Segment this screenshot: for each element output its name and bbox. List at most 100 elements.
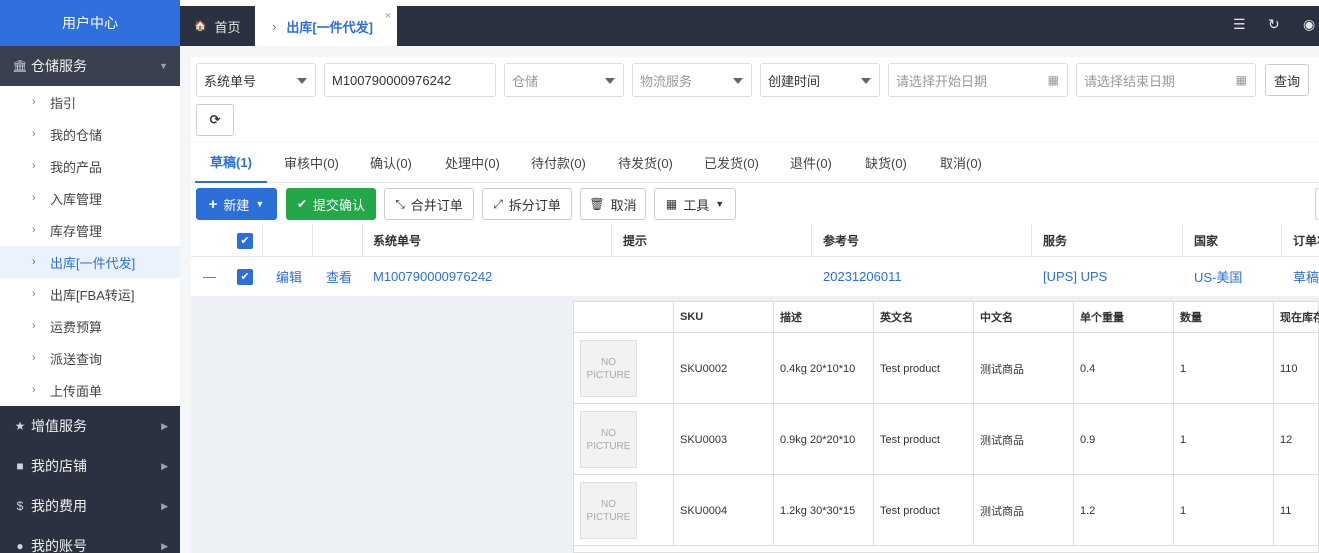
chinese-name-cell: 测试商品 xyxy=(974,404,1074,475)
refresh-icon[interactable]: ↻ xyxy=(1268,16,1280,33)
chinese-name-cell: 测试商品 xyxy=(974,333,1074,404)
column-header-service: 服务 xyxy=(1043,234,1068,248)
tab-label: 首页 xyxy=(214,19,241,35)
star-icon: ★ xyxy=(14,419,26,433)
merge-orders-button[interactable]: ⤡ 合并订单 xyxy=(384,188,474,220)
menu-group-my-account[interactable]: ● 我的账号 ▶ xyxy=(0,526,180,553)
tab-processing[interactable]: 处理中(0) xyxy=(445,142,500,183)
sidebar-item-inventory[interactable]: › 库存管理 xyxy=(0,214,180,246)
check-icon: ✔ xyxy=(237,232,253,249)
tab-draft[interactable]: 草稿(1) xyxy=(195,142,267,183)
tab-out-of-stock[interactable]: 缺货(0) xyxy=(865,142,907,183)
search-type-select[interactable]: 系统单号 xyxy=(196,63,316,97)
select-value: 系统单号 xyxy=(204,73,257,89)
sidebar-item-label: 运费预算 xyxy=(50,319,103,335)
tab-cancelled[interactable]: 取消(0) xyxy=(940,142,982,183)
new-button[interactable]: + 新建 ▼ xyxy=(196,188,277,220)
status-tabs: 草稿(1) 审核中(0) 确认(0) 处理中(0) 待付款(0) 待发货(0) … xyxy=(191,142,1319,183)
table-row: NO PICTURE SKU0003 0.9kg 20*20*10 Test pr… xyxy=(574,404,1319,475)
trash-icon: 🗑 xyxy=(589,197,605,211)
sidebar-item-my-products[interactable]: › 我的产品 xyxy=(0,150,180,182)
submit-confirm-button[interactable]: ✔ 提交确认 xyxy=(286,188,376,220)
column-header-system-no: 系统单号 xyxy=(373,234,422,248)
search-input[interactable]: M100790000976242 xyxy=(324,63,496,97)
collapse-row-toggle[interactable]: — xyxy=(203,257,216,296)
end-date-input[interactable]: 请选择结束日期 ▦ xyxy=(1076,63,1256,97)
close-tab-icon[interactable]: × xyxy=(385,10,391,22)
briefcase-icon: ■ xyxy=(16,459,24,473)
button-label: 查询 xyxy=(1273,73,1300,89)
logistics-select[interactable]: 物流服务 xyxy=(632,63,752,97)
tab-confirmed[interactable]: 确认(0) xyxy=(370,142,412,183)
description-cell: 1.2kg 30*30*15 xyxy=(774,475,874,546)
select-placeholder: 仓储 xyxy=(512,73,539,89)
button-label: 新建 xyxy=(223,197,250,213)
caret-down-icon: ▼ xyxy=(159,61,168,71)
reference-no: 20231206011 xyxy=(823,269,902,284)
sidebar-item-outbound-dropship[interactable]: › 出库[一件代发] xyxy=(0,246,180,278)
sidebar-item-freight-estimate[interactable]: › 运费预算 xyxy=(0,310,180,342)
menu-group-my-shops[interactable]: ■ 我的店铺 ▶ xyxy=(0,446,180,486)
sidebar-item-outbound-fba[interactable]: › 出库[FBA转运] xyxy=(0,278,180,310)
menu-group-my-fees[interactable]: $ 我的费用 ▶ xyxy=(0,486,180,526)
sidebar-item-my-storage[interactable]: › 我的仓储 xyxy=(0,118,180,150)
tab-shipped[interactable]: 已发货(0) xyxy=(704,142,759,183)
chevron-right-icon: › xyxy=(32,160,36,172)
cancel-button[interactable]: 🗑 取消 xyxy=(580,188,646,220)
system-no-link[interactable]: M100790000976242 xyxy=(373,257,492,296)
tab-pending-payment[interactable]: 待付款(0) xyxy=(531,142,586,183)
quantity-cell: 1 xyxy=(1174,404,1274,475)
select-value: 创建时间 xyxy=(768,73,821,89)
chevron-right-icon: › xyxy=(32,96,36,108)
edit-link[interactable]: 编辑 xyxy=(276,257,302,296)
tools-button[interactable]: ▦ 工具 ▼ xyxy=(654,188,736,220)
no-picture-placeholder: NO PICTURE xyxy=(580,411,637,468)
time-type-select[interactable]: 创建时间 xyxy=(760,63,880,97)
select-all-checkbox[interactable]: ✔ xyxy=(237,224,253,257)
column-header-stock: 现在库存 xyxy=(1274,302,1319,333)
column-header-chinese-name: 中文名 xyxy=(974,302,1074,333)
sidebar: 用户中心 🏛 仓储服务 ▼ › 指引 › 我的仓储 › 我的产品 › 入库管理 › 库存管… xyxy=(0,0,180,553)
sidebar-item-label: 出库[一件代发] xyxy=(50,255,136,271)
compress-icon: ⤡ xyxy=(395,196,405,211)
sidebar-item-guide[interactable]: › 指引 xyxy=(0,86,180,118)
split-order-button[interactable]: ⤢ 拆分订单 xyxy=(482,188,572,220)
sidebar-item-label: 出库[FBA转运] xyxy=(50,287,135,303)
sidebar-item-label: 派送查询 xyxy=(50,351,103,367)
table-row-right: 20231206011 [UPS] UPS US-美国 草稿 xyxy=(563,257,1319,296)
menu-fold-icon[interactable]: ☰ xyxy=(1233,16,1246,33)
sidebar-item-inbound[interactable]: › 入库管理 xyxy=(0,182,180,214)
user-circle-icon[interactable]: ◉ xyxy=(1303,16,1315,33)
row-checkbox[interactable]: ✔ xyxy=(237,257,253,296)
reset-button[interactable]: ⟳ xyxy=(196,104,234,136)
sku-table: SKU 描述 英文名 中文名 单个重量 数量 现在库存 NOPICTURE SK… xyxy=(573,301,1319,553)
user-icon: ● xyxy=(16,539,24,553)
column-header-country: 国家 xyxy=(1194,234,1219,248)
chinese-name-cell: 测试商品 xyxy=(974,475,1074,546)
query-button[interactable]: 查询 xyxy=(1265,64,1309,96)
tab-returned[interactable]: 退件(0) xyxy=(790,142,832,183)
column-header-image xyxy=(574,302,674,333)
refresh-icon: ⟳ xyxy=(209,112,221,127)
tab-reviewing[interactable]: 审核中(0) xyxy=(284,142,339,183)
caret-down-icon xyxy=(733,78,743,84)
sidebar-item-delivery-tracking[interactable]: › 派送查询 xyxy=(0,342,180,374)
start-date-input[interactable]: 请选择开始日期 ▦ xyxy=(888,63,1068,97)
warehouse-select[interactable]: 仓储 xyxy=(504,63,624,97)
columns-button[interactable] xyxy=(1315,188,1319,220)
menu-group-label: 我的费用 xyxy=(31,498,87,514)
tab-outbound-dropship[interactable]: › 出库[一件代发] × xyxy=(255,6,397,46)
button-label: 取消 xyxy=(610,197,637,213)
tab-pending-shipment[interactable]: 待发货(0) xyxy=(618,142,673,183)
submenu-warehouse: › 指引 › 我的仓储 › 我的产品 › 入库管理 › 库存管理 › 出库[一件代发] › 出… xyxy=(0,86,180,406)
caret-right-icon: ▶ xyxy=(161,420,168,431)
row-detail-left xyxy=(191,296,563,553)
chevron-right-icon: › xyxy=(32,256,36,268)
check-icon: ✔ xyxy=(237,268,253,285)
tab-home[interactable]: 🏠 首页 xyxy=(180,6,255,46)
sidebar-item-upload-label[interactable]: › 上传面单 xyxy=(0,374,180,406)
menu-group-value-added[interactable]: ★ 增值服务 ▶ xyxy=(0,406,180,446)
menu-group-warehouse[interactable]: 🏛 仓储服务 ▼ xyxy=(0,46,180,86)
view-link[interactable]: 查看 xyxy=(326,257,352,296)
chevron-right-icon: › xyxy=(272,18,277,34)
